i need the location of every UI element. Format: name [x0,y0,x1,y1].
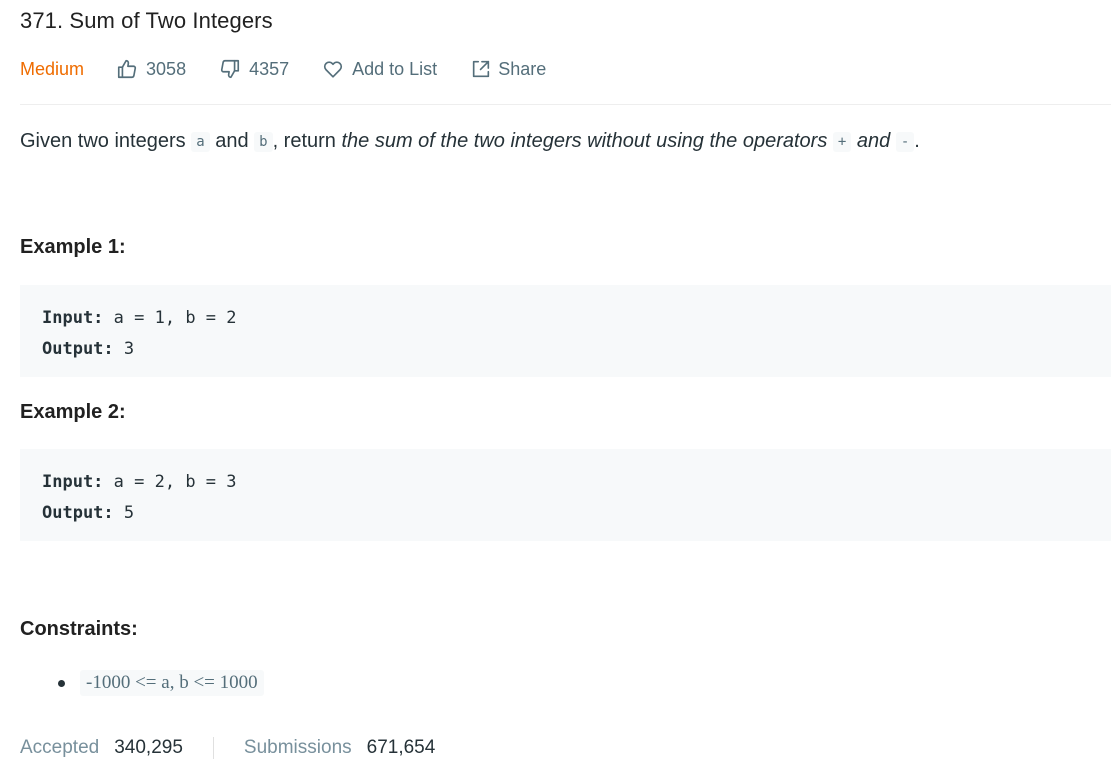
input-label: Input: [42,308,104,328]
difficulty-badge: Medium [20,58,85,79]
share-icon [473,60,490,78]
share-label: Share [498,58,547,79]
like-count: 3058 [146,58,187,79]
example-1-output-line: Output: 3 [42,334,1111,365]
thumbs-down-icon [220,59,240,79]
heart-icon [324,61,343,78]
add-to-list-button[interactable]: Add to List [322,58,437,80]
submissions-label: Submissions [243,737,352,758]
submission-stats: Accepted 340,295 Submissions 671,654 [20,737,435,759]
header-divider [20,104,1111,105]
example-1-input-line: Input: a = 1, b = 2 [42,303,1111,334]
stats-divider [212,737,214,759]
description-emphasis: the sum of the two integers without usin… [341,130,828,152]
example-1-block: Input: a = 1, b = 2 Output: 3 [20,285,1111,377]
problem-description: Given two integers a and b, return the s… [20,130,920,153]
output-value: 3 [123,339,135,359]
accepted-value: 340,295 [114,737,183,758]
inline-code-plus: + [832,132,852,152]
example-2-input-line: Input: a = 2, b = 3 [42,467,1111,498]
inline-code-b: b [254,132,273,152]
accepted-label: Accepted [20,737,100,758]
input-value: a = 2, b = 3 [113,472,237,492]
description-text: . [914,130,920,152]
inline-code-a: a [191,132,210,152]
description-emphasis: and [856,130,891,152]
example-2-heading: Example 2: [20,401,126,423]
example-1-heading: Example 1: [20,236,126,258]
problem-title: 371. Sum of Two Integers [20,8,273,33]
thumbs-up-icon [117,59,137,79]
inline-code-minus: - [895,132,915,152]
description-text: and [209,130,255,152]
description-text [890,130,896,152]
input-label: Input: [42,472,104,492]
output-label: Output: [42,339,114,359]
output-label: Output: [42,503,114,523]
description-text: Given two integers [20,130,192,152]
constraints-heading: Constraints: [20,618,138,640]
example-2-block: Input: a = 2, b = 3 Output: 5 [20,449,1111,541]
input-value: a = 1, b = 2 [113,308,237,328]
constraint-item: -1000 <= a, b <= 1000 [80,670,264,696]
add-to-list-label: Add to List [352,58,438,79]
submissions-value: 671,654 [366,737,436,758]
share-button[interactable]: Share [470,58,546,80]
description-text: , return [272,130,342,152]
problem-meta-row: Medium 3058 4357 Add to List Share [20,56,579,82]
bullet-point [58,680,65,687]
dislike-count: 4357 [249,58,290,79]
like-button[interactable]: 3058 [116,58,186,80]
example-2-output-line: Output: 5 [42,498,1111,529]
output-value: 5 [123,503,135,523]
dislike-button[interactable]: 4357 [219,58,289,80]
